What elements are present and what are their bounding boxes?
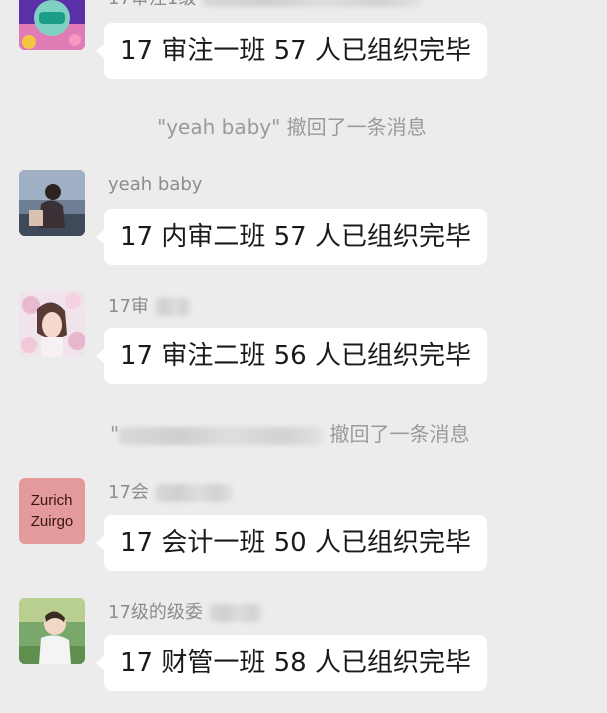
message-bubble[interactable]: 17 审注一班 57 人已组织完毕	[96, 23, 487, 79]
message-text: 17 内审二班 57 人已组织完毕	[120, 222, 471, 252]
avatar[interactable]	[19, 598, 85, 664]
message-bubble[interactable]: 17 财管一班 58 人已组织完毕	[96, 635, 487, 691]
sender-name: 17审	[108, 296, 191, 318]
sender-name: yeah baby	[108, 174, 203, 195]
message-text: 17 财管一班 58 人已组织完毕	[120, 648, 471, 678]
avatar[interactable]: Zurich Zuirgo	[19, 478, 85, 544]
sender-name: 17级的级委	[108, 602, 263, 624]
message-bubble[interactable]: 17 审注二班 56 人已组织完毕	[96, 328, 487, 384]
sender-name: 17会	[108, 482, 233, 504]
avatar-text: Zurich Zuirgo	[30, 492, 74, 530]
message-text: 17 审注一班 57 人已组织完毕	[120, 36, 471, 66]
message-bubble[interactable]: 17 内审二班 57 人已组织完毕	[96, 209, 487, 265]
redacted-name	[119, 426, 324, 445]
redacted-name	[154, 484, 233, 502]
avatar[interactable]	[19, 291, 85, 357]
redacted-name	[202, 0, 423, 7]
recall-user: "	[110, 422, 120, 446]
message-text: 17 审注二班 56 人已组织完毕	[120, 341, 471, 371]
recall-notice: "yeah baby" 撤回了一条消息	[157, 114, 427, 140]
message-text: 17 会计一班 50 人已组织完毕	[120, 528, 471, 558]
message-bubble[interactable]: 17 会计一班 50 人已组织完毕	[96, 515, 487, 571]
avatar[interactable]	[19, 0, 85, 50]
recall-user: "yeah baby"	[157, 115, 281, 139]
avatar[interactable]	[19, 170, 85, 236]
recall-text: 撤回了一条消息	[280, 115, 427, 139]
redacted-name	[154, 298, 191, 316]
sender-name: 17审注1级	[108, 0, 423, 10]
redacted-name	[208, 604, 263, 622]
chat-area: 17审注1级 17 审注一班 57 人已组织完毕 "yeah baby" 撤回了…	[0, 0, 607, 713]
recall-text: 撤回了一条消息	[323, 422, 470, 446]
recall-notice: " 撤回了一条消息	[110, 421, 470, 447]
